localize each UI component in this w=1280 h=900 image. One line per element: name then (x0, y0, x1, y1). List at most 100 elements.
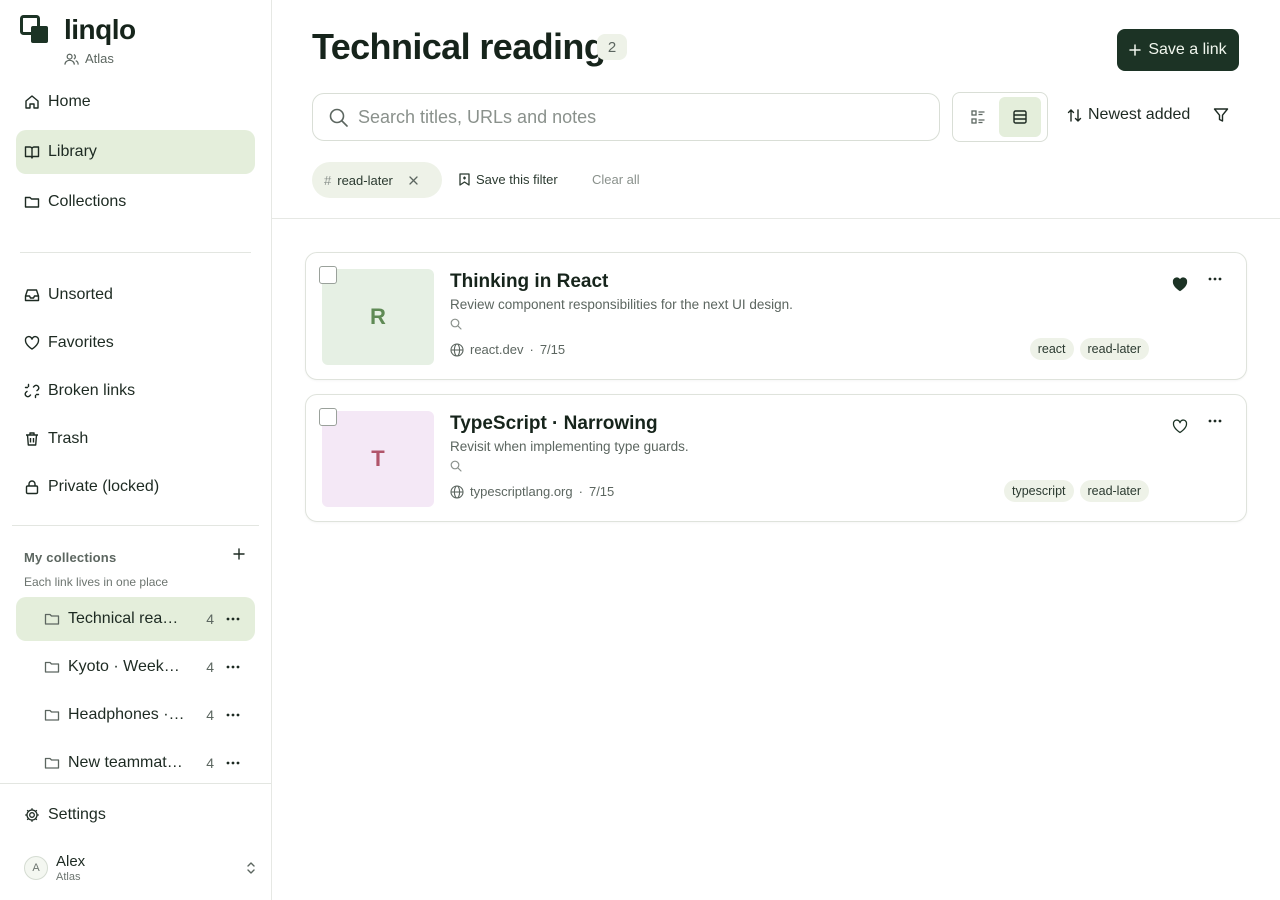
search-icon (450, 460, 462, 472)
sidebar: linqlo Atlas Home Library Collections Un… (0, 0, 272, 900)
user-menu[interactable]: A Alex Atlas (24, 852, 256, 884)
list-view-icon (970, 110, 984, 124)
globe-icon (450, 484, 464, 499)
sort-dropdown[interactable]: Newest added (1067, 106, 1190, 124)
more-icon[interactable] (222, 761, 244, 765)
inbox-icon (24, 287, 40, 303)
app-name: linqlo (64, 14, 136, 45)
tag-list: typescript read-later (998, 480, 1149, 502)
nav-broken-links[interactable]: Broken links (16, 369, 255, 413)
my-collections-title: My collections (24, 550, 117, 565)
more-icon[interactable] (1208, 419, 1222, 423)
nav-label: Trash (48, 430, 89, 447)
avatar: A (24, 856, 48, 880)
link-date: 7/15 (588, 484, 615, 499)
tag[interactable]: read-later (1079, 480, 1149, 502)
save-link-label: Save a link (1148, 41, 1227, 58)
user-workspace: Atlas (56, 870, 81, 883)
nav-private[interactable]: Private (locked) (16, 465, 255, 509)
main-content: Technical reading 2 Save a link Newest a… (272, 0, 1280, 900)
more-icon[interactable] (1208, 277, 1222, 281)
link-note: Revisit when implementing type guards. (450, 439, 689, 454)
more-icon[interactable] (222, 713, 244, 717)
link-domain: react.dev (470, 342, 524, 357)
gear-icon (24, 807, 40, 823)
clear-all-button[interactable]: Clear all (592, 172, 640, 187)
my-collections-subtitle: Each link lives in one place (24, 575, 169, 589)
collection-item[interactable]: New teammate onboarding 4 (16, 741, 255, 785)
add-collection-button[interactable] (230, 545, 248, 563)
broken-link-icon (24, 383, 40, 399)
link-thumbnail: T (322, 411, 434, 507)
save-filter-label: Save this filter (476, 172, 558, 187)
save-link-button[interactable]: Save a link (1117, 29, 1239, 71)
workspace-label[interactable]: Atlas (64, 51, 114, 66)
more-icon[interactable] (222, 617, 244, 621)
plus-icon (1129, 44, 1142, 56)
nav-home[interactable]: Home (16, 80, 255, 124)
collection-count: 4 (206, 611, 214, 627)
workspace-name: Atlas (85, 51, 114, 66)
link-meta: react.dev · 7/15 (450, 342, 565, 357)
save-filter-button[interactable]: Save this filter (459, 172, 558, 187)
filter-tag-label: read-later (337, 172, 393, 188)
link-title[interactable]: TypeScript · Narrowing (450, 413, 658, 435)
settings-link[interactable]: Settings (24, 806, 106, 824)
home-icon (24, 94, 40, 110)
filter-button[interactable] (1213, 107, 1229, 123)
compact-view-button[interactable] (957, 97, 999, 137)
nav-library[interactable]: Library (16, 130, 255, 174)
link-note: Review component responsibilities for th… (450, 297, 793, 312)
header-divider (272, 218, 1280, 219)
globe-icon (450, 342, 464, 357)
heart-icon (24, 335, 40, 351)
chevron-up-down-icon (247, 862, 255, 874)
folder-icon (24, 194, 40, 210)
tag[interactable]: read-later (1079, 338, 1149, 360)
tag[interactable]: typescript (1004, 480, 1074, 502)
link-title[interactable]: Thinking in React (450, 271, 608, 293)
brand[interactable]: linqlo (20, 14, 136, 46)
sidebar-divider (0, 783, 271, 784)
nav-favorites[interactable]: Favorites (16, 321, 255, 365)
favorite-button[interactable] (1172, 419, 1188, 434)
tag-list: react read-later (1024, 338, 1149, 360)
sort-label: Newest added (1088, 106, 1191, 123)
nav-unsorted[interactable]: Unsorted (16, 273, 255, 317)
page-title: Technical reading (312, 26, 606, 67)
users-icon (64, 53, 79, 65)
tag[interactable]: react (1029, 338, 1074, 360)
folder-icon (44, 661, 60, 673)
remove-filter-button[interactable] (409, 175, 418, 185)
filter-icon (1213, 108, 1229, 122)
nav-label: Collections (48, 193, 127, 210)
collection-item[interactable]: Headphones · Research 4 (16, 693, 255, 737)
select-checkbox[interactable] (319, 266, 337, 284)
nav-collections[interactable]: Collections (16, 180, 255, 224)
search-icon (329, 108, 348, 127)
more-icon[interactable] (222, 665, 244, 669)
settings-label: Settings (48, 806, 106, 823)
link-domain: typescriptlang.org (470, 484, 573, 499)
search-box[interactable] (312, 93, 940, 141)
user-name: Alex (56, 852, 86, 870)
collection-name: Kyoto · Weekend trip (68, 658, 186, 675)
nav-label: Favorites (48, 334, 114, 351)
heart-icon (1172, 419, 1188, 434)
meta-separator: · (578, 484, 583, 499)
link-card[interactable]: R Thinking in React Review component res… (305, 252, 1247, 380)
link-meta: typescriptlang.org · 7/15 (450, 484, 614, 499)
nav-label: Library (48, 143, 97, 160)
folder-icon (44, 757, 60, 769)
collection-item[interactable]: Technical reading 4 (16, 597, 255, 641)
bookmark-plus-icon (459, 173, 470, 186)
link-card[interactable]: T TypeScript · Narrowing Revisit when im… (305, 394, 1247, 522)
nav-trash[interactable]: Trash (16, 417, 255, 461)
collection-item[interactable]: Kyoto · Weekend trip 4 (16, 645, 255, 689)
card-view-button[interactable] (999, 97, 1041, 137)
favorite-button[interactable] (1172, 277, 1188, 292)
sort-icon (1067, 108, 1082, 122)
logo-icon (20, 15, 48, 43)
select-checkbox[interactable] (319, 408, 337, 426)
search-input[interactable] (358, 106, 898, 128)
